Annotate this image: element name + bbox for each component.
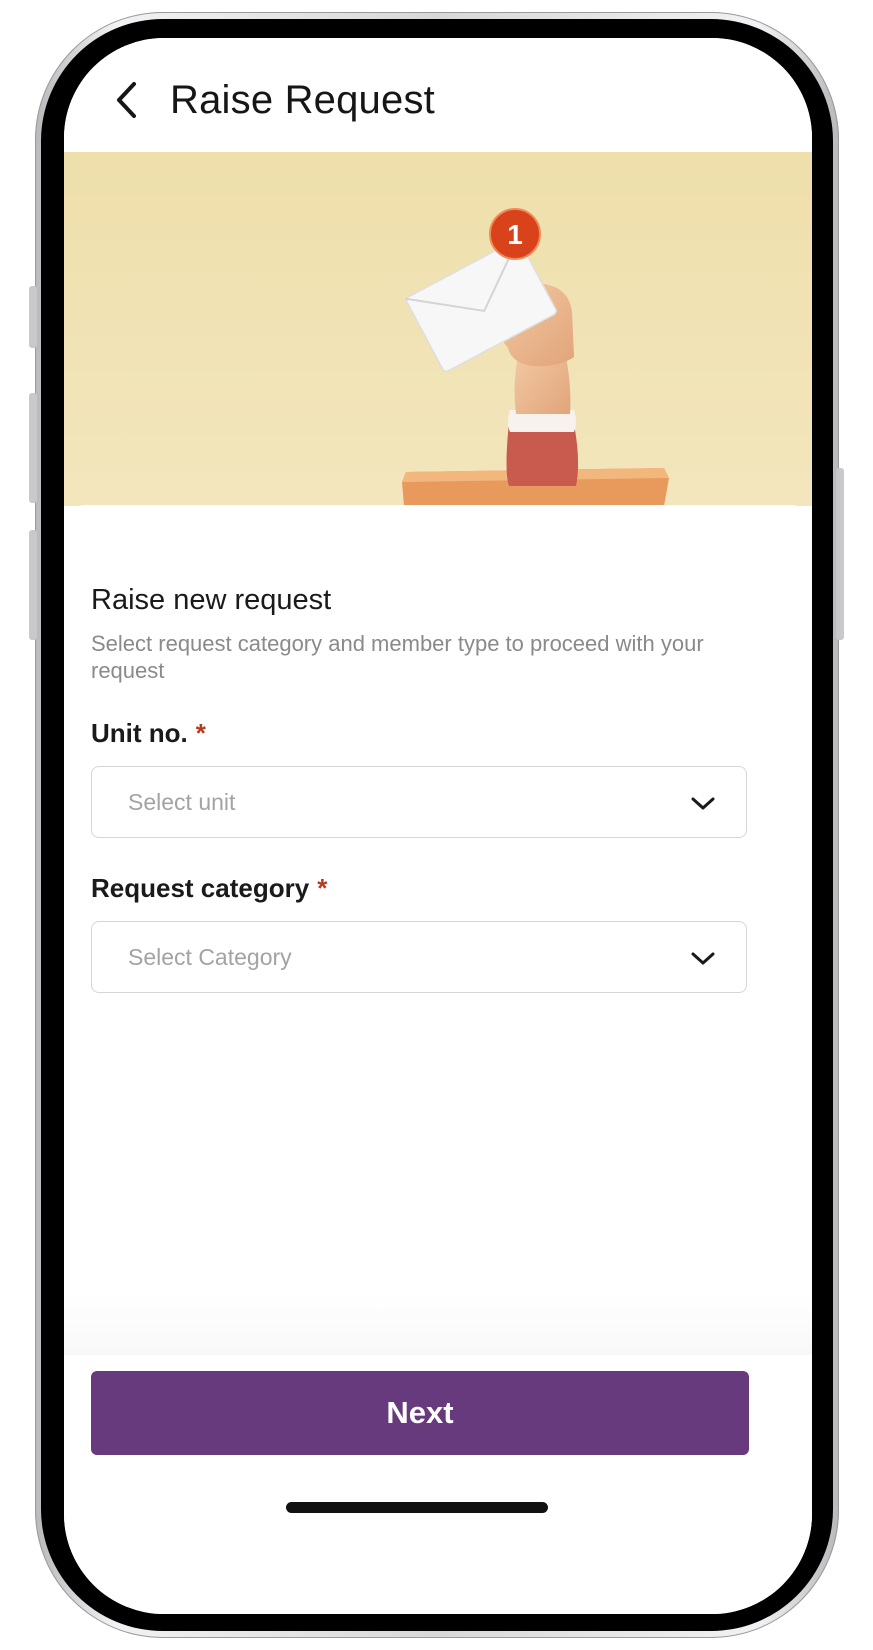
notification-badge-count: 1 [507,219,523,250]
mute-switch [29,286,37,348]
unit-label: Unit no. * [91,718,206,749]
unit-label-text: Unit no. [91,718,188,748]
chevron-left-icon [117,82,136,118]
request-form-card: Raise new request Select request categor… [64,505,812,1405]
footer-shadow [64,1293,812,1355]
required-asterisk: * [317,873,328,903]
unit-select-placeholder: Select unit [128,789,236,815]
hero-banner: 1 [64,152,812,506]
category-select[interactable]: Select Category [91,921,747,993]
page-title: Raise Request [170,78,435,122]
power-button [836,468,844,640]
home-indicator[interactable] [286,1502,548,1513]
next-button[interactable]: Next [91,1371,749,1455]
hero-illustration: 1 [64,152,812,506]
app-header: Raise Request [64,38,812,152]
form-title: Raise new request [91,584,332,616]
back-button[interactable] [110,80,146,120]
unit-select[interactable]: Select unit [91,766,747,838]
app-screen: Raise Request 1 Raise new request Select… [64,38,812,1614]
form-description: Select request category and member type … [91,631,704,683]
category-select-placeholder: Select Category [128,944,292,970]
volume-down-button [29,530,37,640]
category-label-text: Request category [91,873,310,903]
volume-up-button [29,393,37,503]
chevron-down-icon [691,797,715,810]
category-label: Request category * [91,873,327,904]
required-asterisk: * [195,718,206,748]
chevron-down-icon [691,952,715,965]
